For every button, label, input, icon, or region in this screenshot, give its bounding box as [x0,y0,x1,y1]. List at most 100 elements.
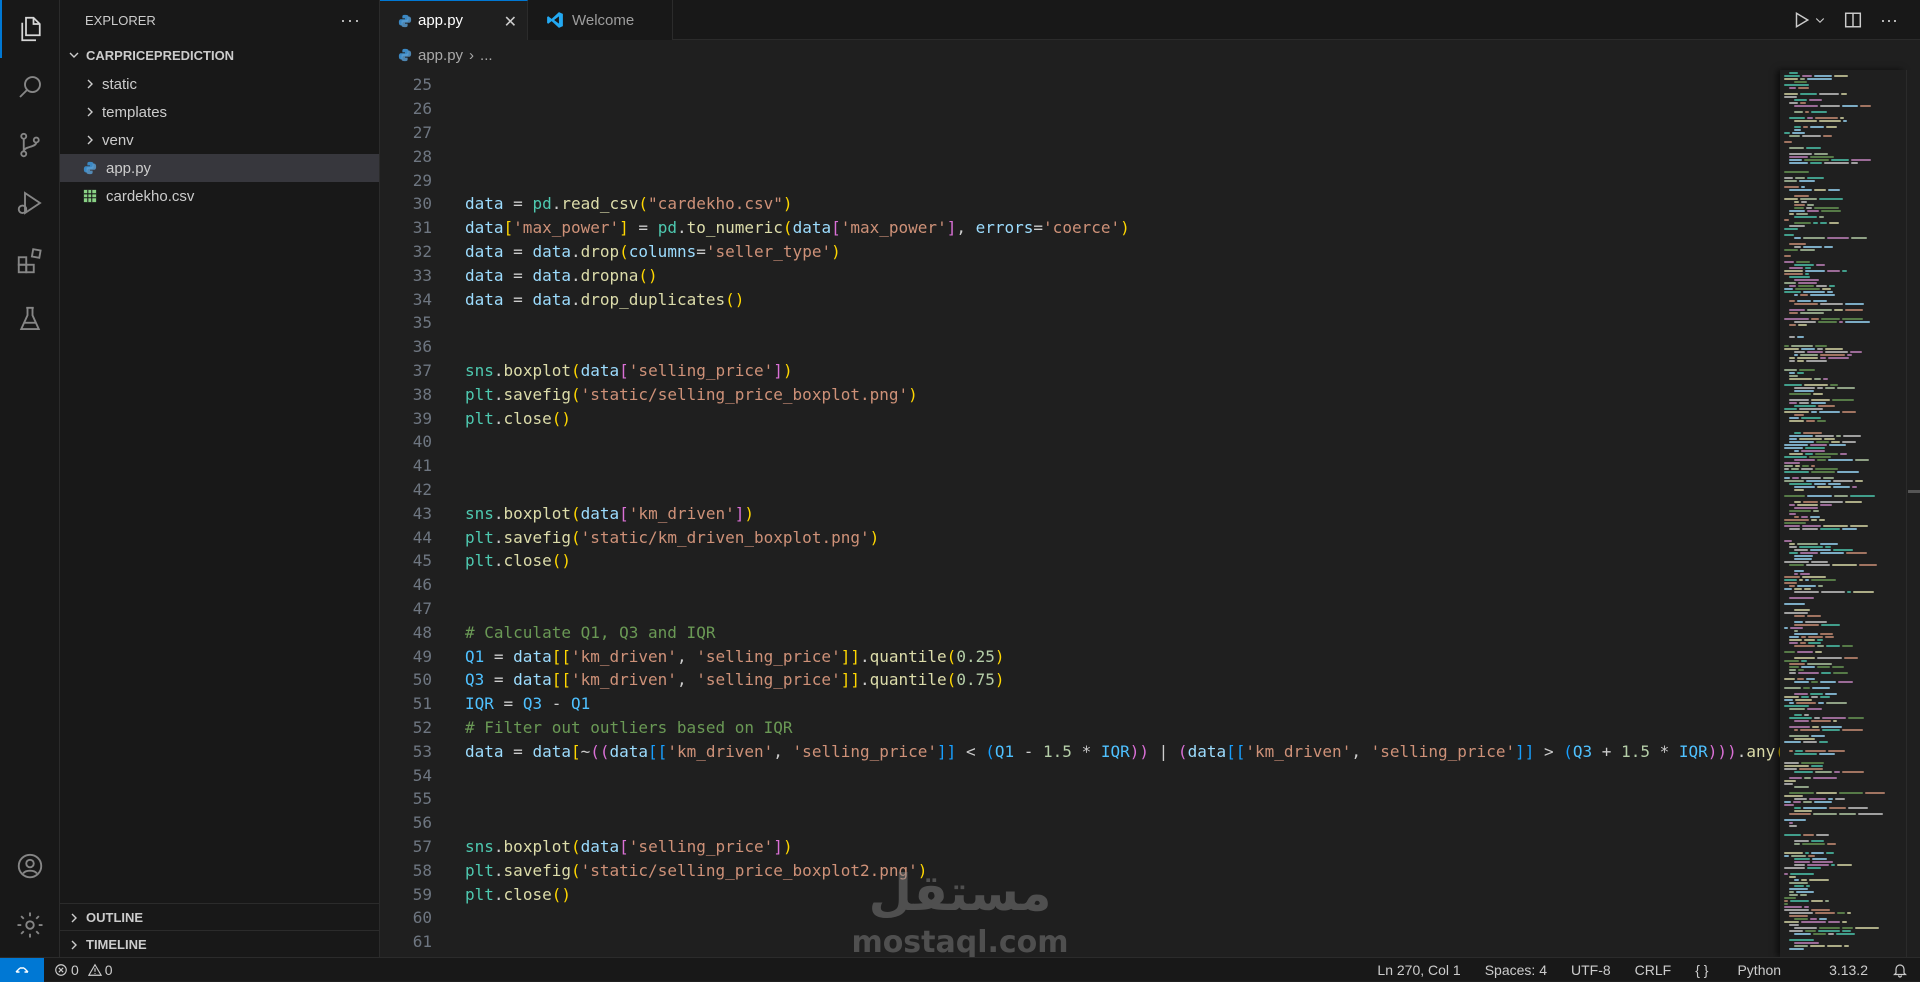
code-line[interactable]: 34 data = data.drop_duplicates() [380,287,1780,311]
code-line[interactable]: 52 # Filter out outliers based on IQR [380,716,1780,740]
chevron-right-icon [71,940,77,949]
code-line[interactable]: 45 plt.close() [380,549,1780,573]
code-line[interactable]: 57 sns.boxplot(data['selling_price']) [380,835,1780,859]
notifications-bell-icon[interactable] [1892,962,1908,978]
code-line[interactable]: 37 sns.boxplot(data['selling_price']) [380,359,1780,383]
run-debug-icon[interactable] [0,174,60,232]
minimap-line [1845,321,1870,323]
code-line[interactable]: 44 plt.savefig('static/km_driven_boxplot.… [380,525,1780,549]
indentation[interactable]: Spaces: 4 [1485,962,1547,978]
code-line[interactable]: 28 [380,144,1780,168]
encoding[interactable]: UTF-8 [1571,962,1611,978]
code-line[interactable]: 39 plt.close() [380,406,1780,430]
split-editor-icon[interactable] [1844,11,1862,29]
search-icon[interactable] [0,58,60,116]
code-token: ] [773,360,783,380]
minimap-line [1817,459,1826,461]
minimap-line [1828,357,1849,359]
minimap-line [1800,312,1824,314]
tree-item-label: app.py [106,159,152,177]
tab-app-py[interactable]: app.py ✕ [380,0,528,40]
code-line[interactable]: 61 [380,930,1780,954]
code-line[interactable]: 60 [380,906,1780,930]
code-line[interactable]: 46 [380,573,1780,597]
code-line[interactable]: 50 Q3 = data[['km_driven', 'selling_price… [380,668,1780,692]
extensions-icon[interactable] [0,232,60,290]
code-line[interactable]: 25 [380,73,1780,97]
code-token: ] [619,218,629,238]
code-line[interactable]: 54 [380,763,1780,787]
tree-item-app-py[interactable]: app.py [60,154,379,182]
source-control-icon[interactable] [0,116,60,174]
timeline-section-header[interactable]: TIMELINE [60,930,380,958]
tree-item-templates[interactable]: templates [60,98,379,126]
settings-gear-icon[interactable] [0,896,60,954]
code-line[interactable]: 32 data = data.drop(columns='seller_type'… [380,240,1780,264]
line-number: 42 [412,479,432,499]
minimap-line [1828,933,1834,935]
minimap-line [1784,795,1803,797]
code-line[interactable]: 49 Q1 = data[['km_driven', 'selling_price… [380,644,1780,668]
code-line[interactable]: 38 plt.savefig('static/selling_price_boxp… [380,382,1780,406]
code-line[interactable]: 33 data = data.dropna() [380,263,1780,287]
close-tab-icon[interactable]: ✕ [504,12,517,32]
minimap-line [1806,885,1810,887]
minimap-line [1794,279,1819,281]
code-line[interactable]: 56 [380,811,1780,835]
tree-item-cardekho-csv[interactable]: cardekho.csv [60,182,379,210]
code-line[interactable]: 26 [380,97,1780,121]
problems-indicator[interactable]: 0 0 [54,962,113,978]
code-line[interactable]: 43 sns.boxplot(data['km_driven']) [380,501,1780,525]
minimap-line [1789,924,1799,926]
minimap-line [1803,501,1818,503]
end-of-line[interactable]: CRLF [1635,962,1672,978]
tab-welcome[interactable]: Welcome [528,0,673,40]
run-file-icon[interactable] [1792,11,1826,29]
editor-scrollbar[interactable] [1906,70,1920,957]
minimap-line [1814,717,1820,719]
minimap-line [1810,549,1831,551]
testing-icon[interactable] [0,290,60,348]
code-line[interactable]: 30 data = pd.read_csv("cardekho.csv") [380,192,1780,216]
cursor-position[interactable]: Ln 270, Col 1 [1377,962,1460,978]
scrollbar-thumb[interactable] [1908,490,1920,493]
code-line[interactable]: 36 [380,335,1780,359]
code-token: = [696,241,706,261]
code-line[interactable]: 59 plt.close() [380,882,1780,906]
minimap[interactable] [1780,70,1906,957]
code-line[interactable]: 35 [380,311,1780,335]
explorer-icon[interactable] [0,0,60,58]
minimap-line [1810,918,1817,920]
code-line[interactable]: 53 data = data[~((data[['km_driven', 'sel… [380,739,1780,763]
account-icon[interactable] [0,837,60,895]
breadcrumb-symbols[interactable]: ... [480,47,493,64]
minimap-line [1794,621,1803,623]
language-mode[interactable]: { } Python [1695,962,1805,978]
line-number: 40 [412,432,432,452]
tree-item-static[interactable]: static [60,70,379,98]
code-line[interactable]: 42 [380,478,1780,502]
code-line[interactable]: 40 [380,430,1780,454]
more-actions-icon[interactable]: ··· [340,10,361,31]
code-line[interactable]: 58 plt.savefig('static/selling_price_boxp… [380,858,1780,882]
code-line[interactable]: 47 [380,597,1780,621]
code-editor[interactable]: 25 26 27 28 29 30 data = pd.read_csv("cardekho… [380,70,1780,957]
code-line[interactable]: 29 [380,168,1780,192]
minimap-line [1807,204,1814,206]
breadcrumb-file[interactable]: app.py [418,47,463,64]
code-line[interactable]: 31 data['max_power'] = pd.to_numeric(data… [380,216,1780,240]
project-folder-header[interactable]: CARPRICEPREDICTION [60,40,379,70]
code-line[interactable]: 55 [380,787,1780,811]
tree-item-venv[interactable]: venv [60,126,379,154]
code-line[interactable]: 51 IQR = Q3 - Q1 [380,692,1780,716]
chevron-right-icon [71,913,77,922]
outline-section-header[interactable]: OUTLINE [60,903,380,931]
minimap-line [1784,180,1797,182]
code-line[interactable]: 48 # Calculate Q1, Q3 and IQR [380,620,1780,644]
minimap-line [1789,708,1805,710]
code-line[interactable]: 41 [380,454,1780,478]
more-actions-icon[interactable]: ··· [1880,10,1898,31]
python-version[interactable]: 3.13.2 [1829,962,1868,978]
code-line[interactable]: 27 [380,121,1780,145]
remote-indicator-icon[interactable] [0,957,44,982]
